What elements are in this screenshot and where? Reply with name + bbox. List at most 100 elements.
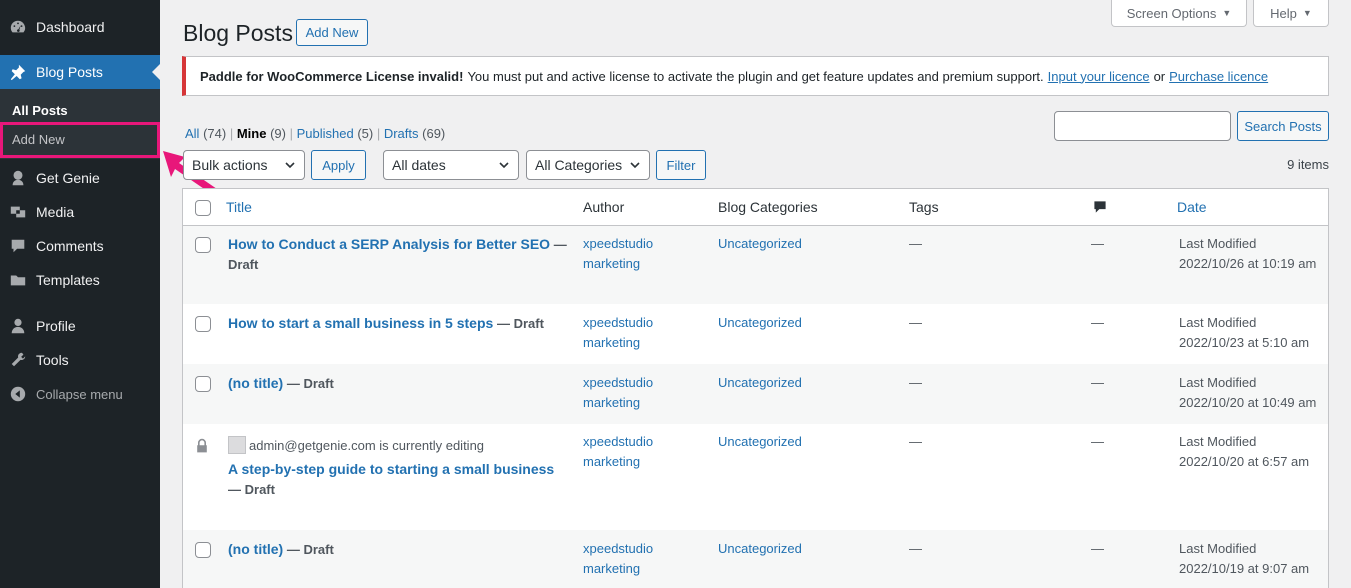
dashboard-icon [0, 18, 36, 36]
post-state: Draft [228, 257, 259, 272]
post-tags: — [909, 434, 922, 449]
sidebar-item-label: Media [36, 204, 75, 220]
search-posts-button[interactable]: Search Posts [1237, 111, 1329, 141]
chevron-down-icon [499, 162, 509, 169]
license-notice: Paddle for WooCommerce License invalid! … [182, 56, 1329, 96]
col-tags-header: Tags [909, 199, 939, 215]
editing-notice: admin@getgenie.com is currently editing [228, 436, 484, 456]
col-title-header[interactable]: Title [226, 189, 252, 225]
sidebar-item-templates[interactable]: Templates [0, 263, 160, 297]
pin-icon [0, 63, 36, 81]
post-title-link[interactable]: (no title) [228, 375, 283, 391]
sidebar-item-label: Templates [36, 272, 100, 288]
screen-options-button[interactable]: Screen Options ▼ [1111, 0, 1247, 27]
apply-button[interactable]: Apply [311, 150, 366, 180]
post-category-link[interactable]: Uncategorized [718, 539, 802, 559]
post-date: Last Modified 2022/10/26 at 10:19 am [1179, 236, 1317, 271]
filter-button[interactable]: Filter [656, 150, 706, 180]
add-new-button[interactable]: Add New [296, 19, 368, 46]
post-comments: — [1091, 541, 1104, 556]
input-licence-link[interactable]: Input your licence [1048, 69, 1150, 84]
post-date: Last Modified 2022/10/23 at 5:10 am [1179, 315, 1310, 350]
post-author[interactable]: xpeedstudio marketing [583, 432, 653, 472]
post-category-link[interactable]: Uncategorized [718, 313, 802, 333]
post-comments: — [1091, 434, 1104, 449]
view-published[interactable]: Published (5) [297, 126, 374, 141]
view-mine[interactable]: Mine (9) [237, 126, 286, 141]
wrench-icon [0, 351, 36, 369]
chevron-down-icon [285, 162, 295, 169]
help-button[interactable]: Help ▼ [1253, 0, 1329, 27]
items-count: 9 items [1287, 157, 1329, 172]
col-comments-header[interactable] [1093, 189, 1107, 225]
comment-icon [0, 237, 36, 255]
dates-select[interactable]: All dates [383, 150, 519, 180]
sidebar-item-profile[interactable]: Profile [0, 309, 160, 343]
folder-icon [0, 271, 36, 289]
post-comments: — [1091, 375, 1104, 390]
post-title-link[interactable]: How to Conduct a SERP Analysis for Bette… [228, 236, 550, 252]
purchase-licence-link[interactable]: Purchase licence [1169, 69, 1268, 84]
row-checkbox[interactable] [195, 316, 211, 332]
caret-down-icon: ▼ [1302, 8, 1312, 18]
bulk-actions-select[interactable]: Bulk actions [183, 150, 305, 180]
categories-select[interactable]: All Categories [526, 150, 650, 180]
table-row: (no title) — Draft xpeedstudio marketing … [183, 364, 1328, 424]
table-row: How to start a small business in 5 steps… [183, 304, 1328, 364]
notice-or: or [1153, 68, 1166, 84]
genie-icon [0, 169, 36, 187]
sidebar-item-get-genie[interactable]: Get Genie [0, 161, 160, 195]
user-icon [0, 317, 36, 335]
notice-title: Paddle for WooCommerce License invalid! [200, 68, 464, 84]
sidebar-item-label: Tools [36, 352, 69, 368]
notice-text: You must put and active license to activ… [467, 68, 1044, 84]
row-checkbox[interactable] [195, 376, 211, 392]
sidebar-item-label: Get Genie [36, 170, 100, 186]
col-author-header: Author [583, 199, 625, 215]
post-tags: — [909, 315, 922, 330]
search-input[interactable] [1054, 111, 1231, 141]
sidebar-item-label: Collapse menu [36, 386, 123, 402]
post-author[interactable]: xpeedstudio marketing [583, 234, 653, 274]
post-status-filters: All (74) | Mine (9) | Published (5) | Dr… [185, 126, 446, 141]
post-category-link[interactable]: Uncategorized [718, 432, 802, 452]
post-state: Draft [513, 316, 544, 331]
sidebar-item-media[interactable]: Media [0, 195, 160, 229]
add-new-highlight [0, 122, 160, 158]
view-drafts[interactable]: Drafts (69) [384, 126, 445, 141]
select-all-checkbox[interactable] [195, 200, 211, 216]
lock-icon [197, 438, 207, 453]
view-all[interactable]: All (74) [185, 126, 226, 141]
post-title-link[interactable]: (no title) [228, 541, 283, 557]
sidebar-item-tools[interactable]: Tools [0, 343, 160, 377]
post-tags: — [909, 375, 922, 390]
categories-value: All Categories [535, 157, 623, 173]
col-date-header[interactable]: Date [1177, 189, 1207, 225]
row-checkbox[interactable] [195, 237, 211, 253]
posts-table: Title Author Blog Categories Tags Date H… [182, 188, 1329, 588]
post-author[interactable]: xpeedstudio marketing [583, 373, 653, 413]
sidebar-item-dashboard[interactable]: Dashboard [0, 10, 160, 44]
post-author[interactable]: xpeedstudio marketing [583, 313, 653, 353]
table-row: How to Conduct a SERP Analysis for Bette… [183, 226, 1328, 304]
post-title-link[interactable]: How to start a small business in 5 steps [228, 315, 493, 331]
post-comments: — [1091, 315, 1104, 330]
post-author[interactable]: xpeedstudio marketing [583, 539, 653, 579]
post-tags: — [909, 541, 922, 556]
post-category-link[interactable]: Uncategorized [718, 234, 802, 254]
post-state: Draft [303, 376, 334, 391]
post-title-link[interactable]: A step-by-step guide to starting a small… [228, 461, 554, 477]
post-date: Last Modified 2022/10/20 at 10:49 am [1179, 375, 1317, 410]
table-row: admin@getgenie.com is currently editing … [183, 424, 1328, 530]
comment-bubble-icon [1094, 201, 1106, 213]
collapse-menu-button[interactable]: Collapse menu [0, 377, 160, 411]
collapse-icon [0, 385, 36, 403]
table-row: (no title) — Draft xpeedstudio marketing … [183, 530, 1328, 588]
sidebar-item-comments[interactable]: Comments [0, 229, 160, 263]
sidebar-item-label: Blog Posts [36, 64, 103, 80]
screen-options-label: Screen Options [1126, 5, 1217, 21]
row-checkbox[interactable] [195, 542, 211, 558]
post-category-link[interactable]: Uncategorized [718, 373, 802, 393]
sidebar-item-blog-posts[interactable]: Blog Posts [0, 55, 160, 89]
submenu-all-posts[interactable]: All Posts [12, 103, 68, 118]
